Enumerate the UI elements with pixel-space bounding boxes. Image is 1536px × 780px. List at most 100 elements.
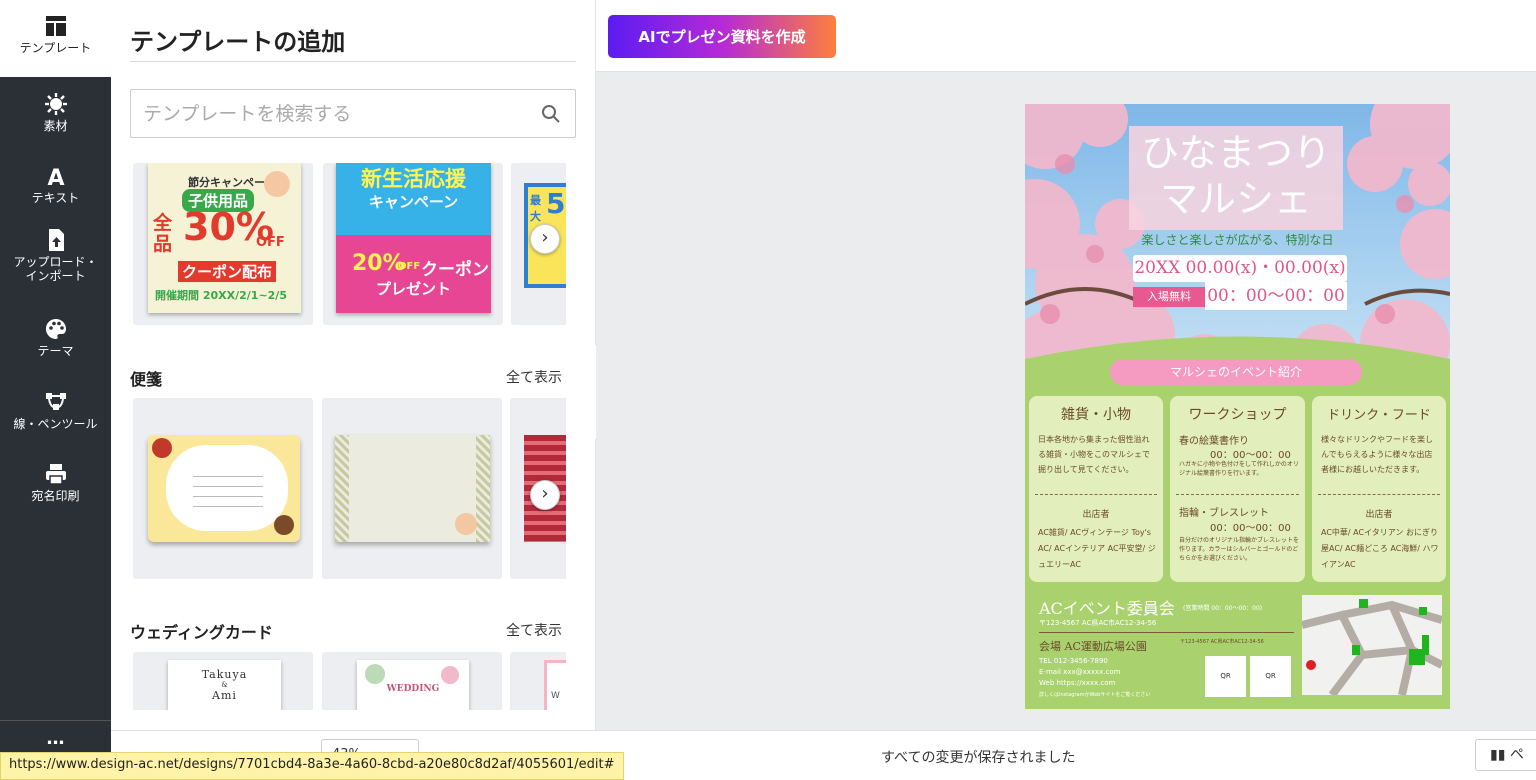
rail-item-lines[interactable]: 線・ペンツール bbox=[0, 390, 111, 440]
flyer-venue: 会場 AC運動広場公園 bbox=[1039, 640, 1147, 653]
thumb-text: クーポン配布 bbox=[178, 261, 277, 282]
search-input[interactable] bbox=[143, 100, 523, 128]
thumb-pattern bbox=[335, 435, 349, 542]
dashed-divider bbox=[1318, 494, 1440, 495]
thumb-text: W bbox=[551, 691, 560, 701]
rail-item-address[interactable]: 宛名印刷 bbox=[0, 462, 111, 512]
shop-label: 出店者 bbox=[1082, 510, 1110, 520]
thumb-text: OFF bbox=[256, 235, 285, 250]
rail-item-template[interactable]: テンプレート bbox=[0, 0, 111, 77]
row-next-button[interactable]: › bbox=[530, 224, 560, 254]
rail-item-more[interactable]: … bbox=[0, 728, 111, 752]
template-card-letter-1[interactable] bbox=[133, 398, 313, 579]
thumb-text: Takuya bbox=[201, 668, 248, 681]
search-box bbox=[130, 89, 576, 138]
thumb-pattern bbox=[476, 435, 490, 542]
svg-text:A: A bbox=[47, 166, 64, 188]
template-card-new-life[interactable]: 新生活応援 キャンペーン 20% OFF クーポン プレゼント bbox=[323, 163, 503, 325]
dashed-divider bbox=[1035, 494, 1157, 495]
template-icon bbox=[45, 16, 66, 36]
oni-illustration bbox=[152, 438, 172, 458]
event-time: 00：00〜00：00 bbox=[1210, 450, 1291, 461]
thumb-text: 全品 bbox=[153, 212, 173, 255]
palette-icon bbox=[45, 319, 66, 339]
pages-button[interactable]: ▮▮ ペ bbox=[1475, 739, 1536, 771]
event-title: 雑貨・小物 bbox=[1061, 407, 1131, 423]
printer-icon bbox=[45, 464, 66, 485]
thumb-text: 20% bbox=[352, 251, 405, 276]
template-card-setsubun[interactable]: 節分キャンペーン 子供用品 全品 30% OFF クーポン配布 開催期間 20X… bbox=[133, 163, 313, 325]
template-panel: テンプレートの追加 節分キャンペーン 子供用品 全品 30% OFF クーポン配… bbox=[111, 0, 596, 730]
view-all-wedding[interactable]: 全て表示 bbox=[506, 620, 562, 640]
template-card-wedding-3[interactable]: W bbox=[510, 652, 566, 710]
save-status: すべての変更が保存されました bbox=[881, 750, 1076, 766]
rail-label-theme: テーマ bbox=[37, 344, 74, 358]
child-illustration bbox=[264, 171, 290, 197]
qr-code: QR bbox=[1250, 656, 1291, 697]
flower-illustration bbox=[365, 664, 385, 684]
qr-code: QR bbox=[1205, 656, 1246, 697]
app: テンプレート 素材 A テキスト アップロード・インポート テーマ 線・ペンツー… bbox=[0, 0, 1536, 780]
oni-illustration bbox=[274, 515, 294, 535]
rail-item-theme[interactable]: テーマ bbox=[0, 317, 111, 367]
event-column-goods: 雑貨・小物 日本各地から集まった個性溢れる雑貨・小物をこのマルシェで掘り出して見… bbox=[1029, 396, 1163, 582]
events-label: マルシェのイベント紹介 bbox=[1110, 359, 1362, 385]
rail-item-upload[interactable]: アップロード・インポート bbox=[0, 228, 111, 298]
template-row-letter: › bbox=[133, 398, 566, 579]
template-card-wedding-2[interactable]: WEDDING bbox=[322, 652, 502, 710]
event-body: 自分だけのオリジナル指輪かブレスレットを作ります。カラーはシルバーとゴールドのど… bbox=[1179, 537, 1300, 562]
design-page[interactable]: ひなまつり マルシェ 楽しさと楽しさが広がる、特別な日 20XX 00.00(x… bbox=[1025, 104, 1450, 709]
flyer-date: 20XX 00.00(x)・00.00(x) bbox=[1133, 255, 1347, 282]
event-subtitle: 指輪・ブレスレット bbox=[1179, 508, 1269, 519]
thumbnail: Takuya & Ami bbox=[168, 660, 281, 710]
rail-item-text[interactable]: A テキスト bbox=[0, 164, 111, 214]
top-bar: AIでプレゼン資料を作成 bbox=[596, 0, 1536, 72]
flyer-time: 00：00〜00：00 bbox=[1205, 282, 1347, 310]
thumb-text: キャンペーン bbox=[368, 193, 459, 211]
rail-label-lines: 線・ペンツール bbox=[13, 417, 98, 431]
event-column-food: ドリンク・フード 様々なドリンクやフードを楽しんでもらえるように様々な出店者様に… bbox=[1312, 396, 1446, 582]
rail-divider bbox=[0, 720, 111, 721]
ai-presentation-button[interactable]: AIでプレゼン資料を作成 bbox=[608, 15, 836, 58]
view-all-letter[interactable]: 全て表示 bbox=[506, 367, 562, 387]
pages-button-label: ペ bbox=[1509, 747, 1524, 763]
flyer-note: 詳しくはInstagramかWebサイトをご覧ください bbox=[1039, 692, 1151, 698]
flyer-web: Web https://xxxx.com bbox=[1039, 679, 1116, 687]
thumb-text: クーポン bbox=[421, 260, 489, 280]
rail-label-template: テンプレート bbox=[19, 41, 92, 55]
template-card-letter-2[interactable] bbox=[322, 398, 502, 579]
thumbnail bbox=[335, 435, 490, 542]
left-rail: テンプレート 素材 A テキスト アップロード・インポート テーマ 線・ペンツー… bbox=[0, 0, 111, 780]
panel-divider bbox=[130, 61, 576, 62]
section-title-letter: 便箋 bbox=[130, 370, 163, 389]
thumb-text: プレゼント bbox=[375, 280, 451, 298]
thumbnail: WEDDING bbox=[357, 660, 469, 710]
thumbnail: W bbox=[544, 660, 566, 710]
template-row-wedding: Takuya & Ami WEDDING W bbox=[133, 652, 566, 710]
event-subtitle: 春の絵葉書作り bbox=[1179, 436, 1249, 447]
thumbnail bbox=[148, 435, 300, 542]
template-card-wedding-1[interactable]: Takuya & Ami bbox=[133, 652, 313, 710]
rail-item-material[interactable]: 素材 bbox=[0, 92, 111, 142]
flyer-title-line1: ひなまつり bbox=[1140, 131, 1331, 175]
pen-tool-icon bbox=[45, 393, 66, 410]
row-next-button[interactable]: › bbox=[530, 480, 560, 510]
event-title: ワークショップ bbox=[1188, 407, 1287, 423]
footer-divider bbox=[1039, 632, 1294, 633]
shop-list: AC雑貨/ ACヴィンテージ Toy's AC/ ACインテリア AC平安堂/ … bbox=[1038, 528, 1156, 569]
event-column-workshop: ワークショップ 春の絵葉書作り 00：00〜00：00 ハガキに小物や色付けをし… bbox=[1170, 396, 1305, 582]
flyer-org: ACイベント委員会 bbox=[1039, 599, 1175, 618]
thumb-text: Ami bbox=[212, 689, 237, 702]
search-icon[interactable] bbox=[541, 104, 561, 124]
thumb-text: 節分キャンペーン bbox=[188, 176, 276, 189]
shapes-icon bbox=[44, 93, 67, 115]
event-time: 00：00〜00：00 bbox=[1210, 523, 1291, 534]
flyer-tel: TEL 012-3456-7890 bbox=[1039, 657, 1108, 665]
more-icon: … bbox=[46, 728, 65, 749]
thumb-text: 5 bbox=[546, 187, 566, 220]
flyer-mail: E-mail xxx@xxxxx.com bbox=[1039, 668, 1121, 676]
rail-label-address: 宛名印刷 bbox=[31, 489, 80, 503]
event-body: 日本各地から集まった個性溢れる雑貨・小物をこのマルシェで掘り出して見てください。 bbox=[1038, 435, 1150, 474]
flyer-venue-address: 〒123-4567 AC県AC市AC12-34-56 bbox=[1180, 639, 1264, 645]
dashed-divider bbox=[1176, 494, 1299, 495]
